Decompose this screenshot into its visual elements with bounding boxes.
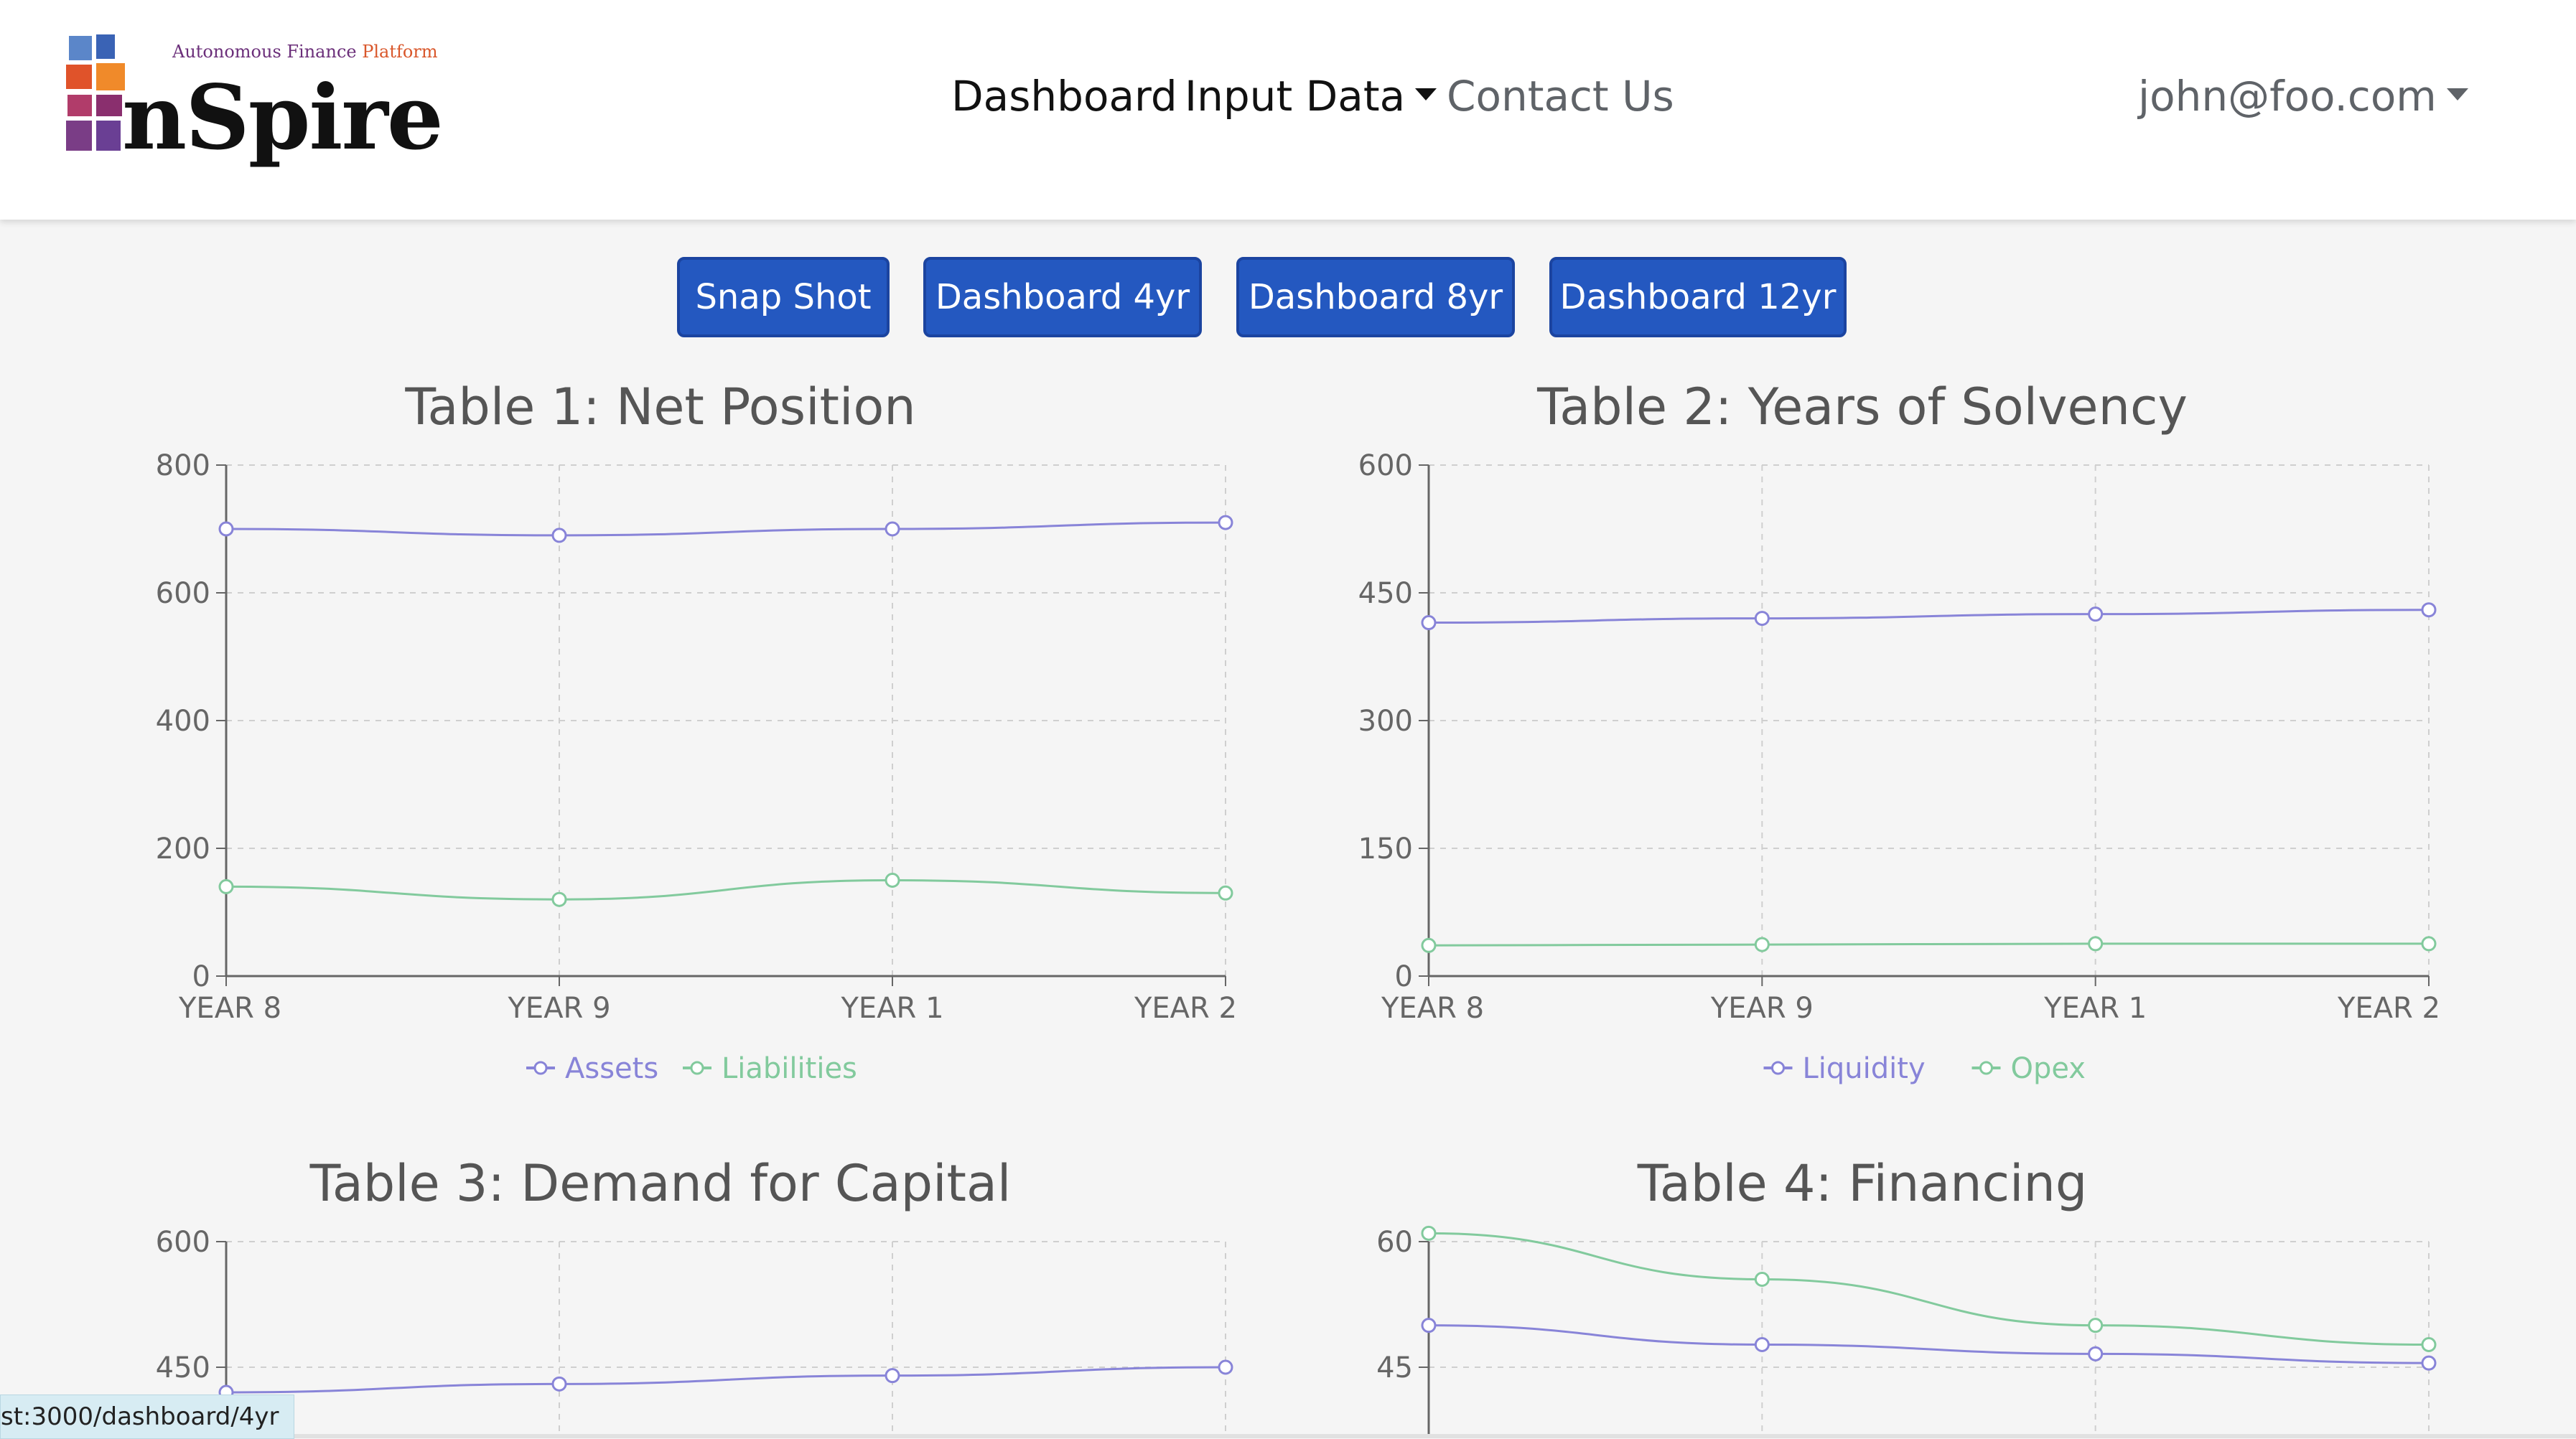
- chart-1-data-point: [1218, 515, 1233, 530]
- chart-1-xtick-label: YEAR 9: [507, 992, 610, 1025]
- chart-2-data-point: [1754, 937, 1770, 952]
- chart-4-data-point: [1754, 1272, 1770, 1287]
- chart-2-xtick-label: YEAR 8: [1381, 992, 1484, 1025]
- chart-2-data-point: [1754, 611, 1770, 627]
- chart-4-data-point: [1421, 1318, 1437, 1333]
- chart-net-position: 0200400600800YEAR 8 YEAR 9 YEAR 1 YEAR 2Ass…: [156, 449, 2440, 1438]
- chart-1-data-point: [551, 891, 567, 907]
- legend-marker: [690, 1061, 704, 1075]
- chart-2-series-line: [1428, 942, 2429, 947]
- legend-marker: [533, 1061, 548, 1075]
- legend-opex-label: Opex: [2011, 1052, 2086, 1085]
- chart-1-ytick-label: 600: [156, 577, 210, 610]
- chart-2-xtick-label: YEAR 9: [1710, 992, 1814, 1025]
- chart-4-data-point: [2421, 1355, 2437, 1371]
- chart-2-data-point: [2088, 606, 2104, 622]
- chart-3-data-point: [551, 1376, 567, 1392]
- chart-2-series-line: [1428, 609, 2430, 624]
- chart-1-xtick-label: YEAR 8: [178, 992, 281, 1025]
- chart-2-data-point: [2421, 602, 2437, 618]
- chart-2-data-point: [2421, 936, 2437, 952]
- chart-2-ytick-label: 0: [1395, 960, 1413, 993]
- chart-1-series-line: [225, 521, 1226, 537]
- chart-1-ytick-label: 0: [192, 960, 210, 993]
- chart-1-data-point: [885, 873, 900, 888]
- chart-2-ytick-label: 150: [1358, 833, 1413, 866]
- link-preview-status: st:3000/dashboard/4yr: [0, 1395, 294, 1439]
- chart-1-ytick-label: 400: [156, 705, 210, 738]
- chart-4-data-point: [2088, 1318, 2104, 1333]
- chart-2-ytick-label: 300: [1358, 705, 1413, 738]
- chart-1-xtick-label: YEAR 1: [840, 992, 943, 1025]
- legend-marker: [1771, 1061, 1785, 1075]
- chart-4-data-point: [1421, 1225, 1437, 1241]
- page-bottom-edge: [0, 1434, 2576, 1438]
- chart-2-data-point: [1421, 937, 1437, 953]
- chart-1-data-point: [218, 521, 234, 537]
- chart-1-data-point: [551, 528, 567, 543]
- legend-marker: [1979, 1061, 1993, 1075]
- chart-2-xtick-label: YEAR 2: [2337, 992, 2440, 1025]
- chart-1-data-point: [885, 521, 900, 537]
- chart-1-ytick-label: 800: [156, 449, 210, 482]
- chart-2-data-point: [2088, 936, 2104, 952]
- chart-3-ytick-label: 600: [156, 1226, 210, 1259]
- legend-liabilities-label: Liabilities: [722, 1052, 857, 1085]
- chart-1-series-line: [225, 878, 1226, 901]
- legend-liquidity-label: Liquidity: [1803, 1052, 1926, 1085]
- chart-4-ytick-label: 60: [1376, 1226, 1413, 1259]
- chart-4-series-line: [1428, 1324, 2430, 1364]
- chart-4-series-line: [1428, 1232, 2430, 1346]
- chart-4-data-point: [2088, 1346, 2104, 1361]
- chart-2-xtick-label: YEAR 1: [2043, 992, 2147, 1025]
- chart-1-xtick-label: YEAR 2: [1134, 992, 1237, 1025]
- chart-4-data-point: [1754, 1337, 1770, 1352]
- chart-3-series-line: [225, 1366, 1226, 1394]
- chart-2-data-point: [1421, 615, 1437, 631]
- chart-3-ytick-label: 450: [156, 1351, 210, 1384]
- chart-1-ytick-label: 200: [156, 833, 210, 866]
- chart-1-data-point: [1218, 885, 1233, 901]
- chart-4-data-point: [2421, 1337, 2437, 1352]
- chart-2-ytick-label: 450: [1358, 577, 1413, 610]
- chart-2-ytick-label: 600: [1358, 449, 1413, 482]
- chart-3-data-point: [885, 1368, 900, 1384]
- chart-3-data-point: [1218, 1359, 1233, 1375]
- chart-4-ytick-label: 45: [1376, 1351, 1413, 1384]
- chart-1-data-point: [218, 878, 234, 894]
- legend-assets-label: Assets: [565, 1052, 658, 1085]
